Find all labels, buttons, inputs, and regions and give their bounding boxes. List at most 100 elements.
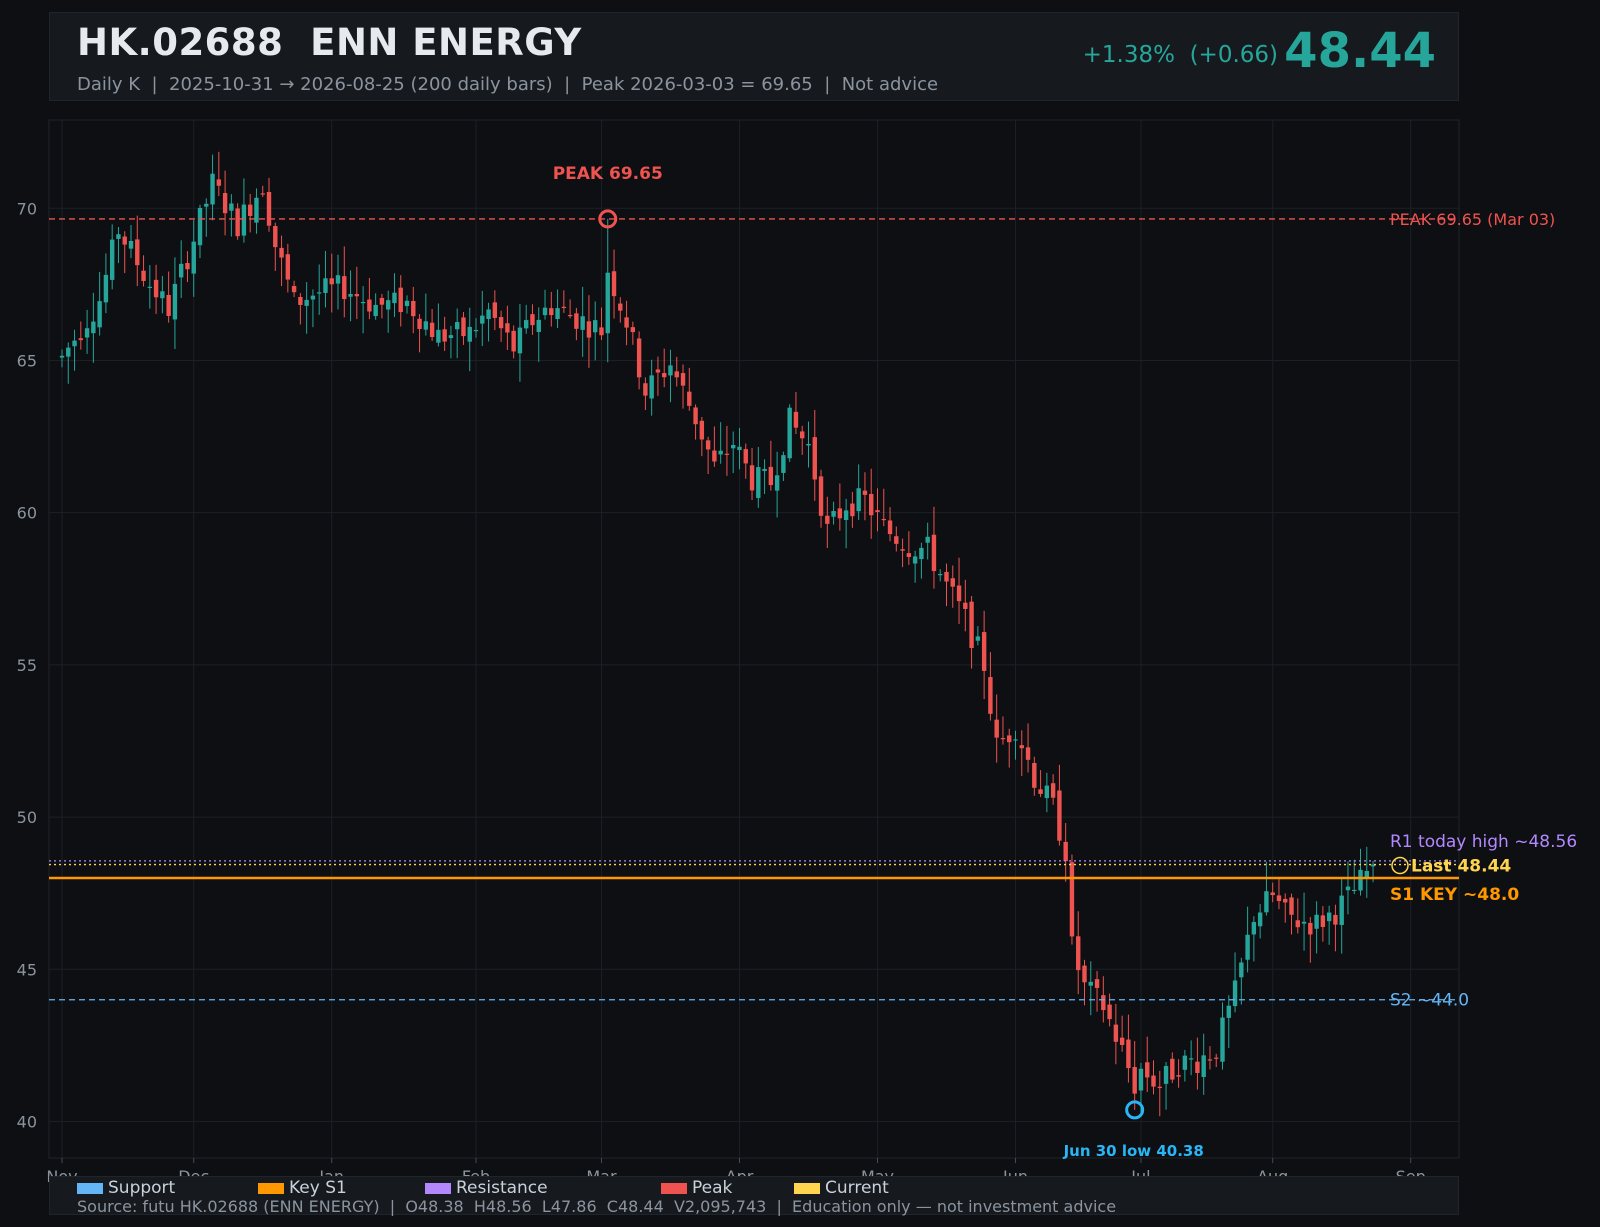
candle-body <box>1107 1004 1112 1020</box>
candle-body <box>135 239 140 266</box>
candle-body <box>398 287 403 313</box>
candle-body <box>505 323 510 333</box>
candle-body <box>1170 1058 1175 1080</box>
candle-body <box>624 317 629 328</box>
candle-body <box>705 440 711 450</box>
candle-body <box>222 193 228 214</box>
candle-body <box>611 271 617 297</box>
resistance-level-label: R1 today high ~48.56 <box>1390 832 1577 852</box>
candle-body <box>593 320 598 333</box>
candle-body <box>285 254 291 280</box>
candle-body <box>517 327 523 354</box>
legend-label: Current <box>825 1178 889 1198</box>
candle-body <box>894 536 899 544</box>
candle-body <box>605 272 610 334</box>
candle-body <box>1245 934 1250 960</box>
candle-body <box>178 263 184 278</box>
legend-panel: Support Key S1 Resistance Peak Current Sourc… <box>49 1176 1459 1216</box>
candle-body <box>316 292 322 294</box>
candle-body <box>511 330 516 352</box>
candle-body <box>981 632 987 671</box>
y-tick-label: 60 <box>17 504 37 523</box>
candle-body <box>1352 889 1357 892</box>
candle-body <box>91 321 96 334</box>
candle-body <box>266 191 272 226</box>
candle-body <box>662 373 667 378</box>
candle-body <box>191 241 196 274</box>
legend-swatch <box>77 1182 103 1194</box>
candle-body <box>84 328 90 338</box>
candle-body <box>1270 892 1275 896</box>
candle-body <box>837 508 843 519</box>
candle-body <box>109 239 115 280</box>
candle-body <box>712 450 717 462</box>
candle-body <box>385 300 391 310</box>
candle-body <box>812 437 817 480</box>
candle-body <box>373 304 378 317</box>
candle-body <box>116 234 121 239</box>
candle-body <box>1251 922 1257 935</box>
candle-body <box>806 443 811 446</box>
candle-body <box>1195 1061 1200 1074</box>
candle-body <box>687 391 692 406</box>
candle-body <box>649 375 654 399</box>
candle-body <box>461 317 466 337</box>
candle-body <box>367 299 372 312</box>
candle-body <box>97 301 102 328</box>
candle-body <box>329 278 334 285</box>
candle-body <box>875 510 880 512</box>
candle-body <box>586 321 592 338</box>
candle-body <box>919 547 924 560</box>
candle-body <box>1232 980 1238 1007</box>
candle-body <box>630 327 636 333</box>
candle-body <box>856 488 861 512</box>
candle-body <box>925 536 930 543</box>
candle-body <box>1358 869 1363 891</box>
candle-body <box>1063 841 1068 862</box>
candle-body <box>1207 1059 1213 1061</box>
candle-body <box>392 292 397 304</box>
candle-body <box>128 240 134 249</box>
candle-body <box>542 307 548 316</box>
candle-body <box>643 383 648 396</box>
candle-body <box>354 294 360 297</box>
candle-body <box>454 322 460 330</box>
candle-body <box>950 578 955 587</box>
candle-body <box>731 445 736 449</box>
candle-body <box>304 299 309 306</box>
candle-body <box>869 493 874 516</box>
candle-body <box>1025 747 1031 760</box>
candle-body <box>1145 1062 1150 1078</box>
candle-body <box>1082 965 1087 983</box>
candle-body <box>78 338 84 341</box>
legend-item-current: Current <box>794 1177 914 1199</box>
candle-body <box>774 475 780 491</box>
candle-body <box>160 291 165 299</box>
candle-body <box>800 431 805 439</box>
candle-body <box>975 636 981 641</box>
candle-body <box>1088 981 1093 986</box>
candle-body <box>429 322 435 338</box>
candle-body <box>1076 936 1081 971</box>
candle-body <box>1069 862 1075 937</box>
candle-body <box>1276 895 1282 902</box>
candle-body <box>1176 1075 1181 1077</box>
source-note: Source: futu HK.02688 (ENN ENERGY) | O48… <box>77 1197 1117 1216</box>
candle-body <box>1220 1017 1225 1062</box>
candle-body <box>956 585 962 602</box>
candle-body <box>1214 1057 1219 1059</box>
candle-body <box>887 520 893 535</box>
candle-body <box>693 407 698 425</box>
candle-body <box>210 173 215 205</box>
candle-body <box>718 450 723 455</box>
candle-body <box>1333 914 1338 925</box>
candle-body <box>72 340 77 347</box>
candle-body <box>749 465 755 491</box>
candle-body <box>674 371 679 378</box>
candle-body <box>1188 1058 1194 1060</box>
candle-body <box>580 316 585 330</box>
candle-body <box>963 602 968 609</box>
candle-body <box>1257 912 1263 927</box>
candle-body <box>166 294 171 316</box>
candle-body <box>1101 995 1106 1011</box>
